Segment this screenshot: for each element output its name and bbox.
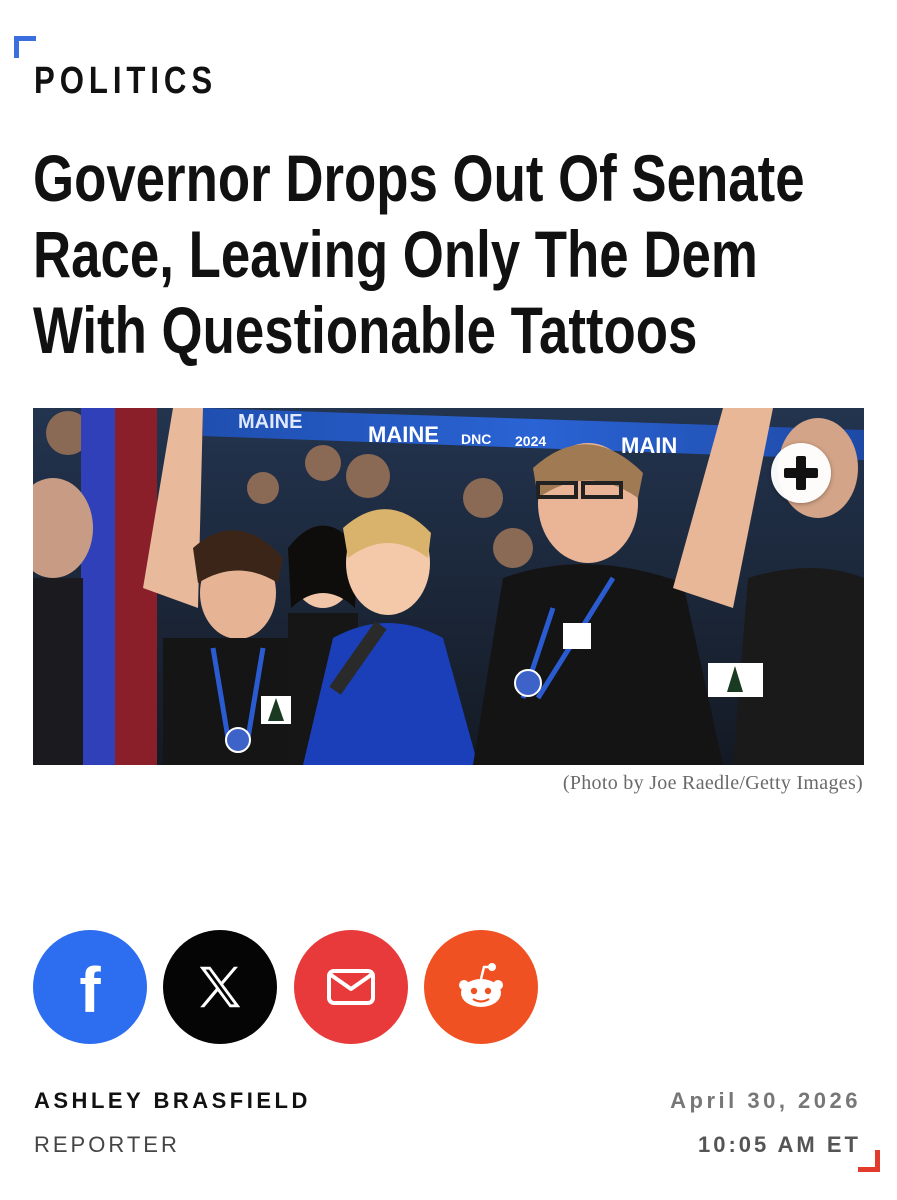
photo-illustration: MAINE MAINE DNC 2024 MAIN [33,408,864,765]
corner-accent-bottom-right [858,1150,880,1172]
expand-photo-button[interactable] [771,443,831,503]
banner-text-2: MAINE [368,422,439,447]
author-name[interactable]: ASHLEY BRASFIELD [34,1088,311,1114]
banner-text-4: 2024 [515,433,546,449]
banner-text-5: MAIN [621,433,677,458]
publish-date: April 30, 2026 [670,1088,861,1113]
share-facebook-button[interactable]: f [33,930,147,1044]
reddit-icon [459,963,503,1007]
facebook-icon: f [79,954,101,1026]
mail-icon [327,969,375,1005]
article-photo[interactable]: MAINE MAINE DNC 2024 MAIN [33,408,864,765]
article-headline: Governor Drops Out Of Senate Race, Leavi… [33,141,805,367]
share-email-button[interactable] [294,930,408,1044]
x-icon [199,966,241,1008]
banner-text-3: DNC [461,431,491,447]
banner-text-1: MAINE [238,411,302,433]
section-label[interactable]: POLITICS [34,60,217,103]
corner-accent-top-left [14,36,36,58]
share-x-button[interactable] [163,930,277,1044]
publish-time: 10:05 AM ET [697,1132,861,1157]
author-role: REPORTER [34,1132,180,1157]
share-reddit-button[interactable] [424,930,538,1044]
photo-caption: (Photo by Joe Raedle/Getty Images) [562,772,863,794]
